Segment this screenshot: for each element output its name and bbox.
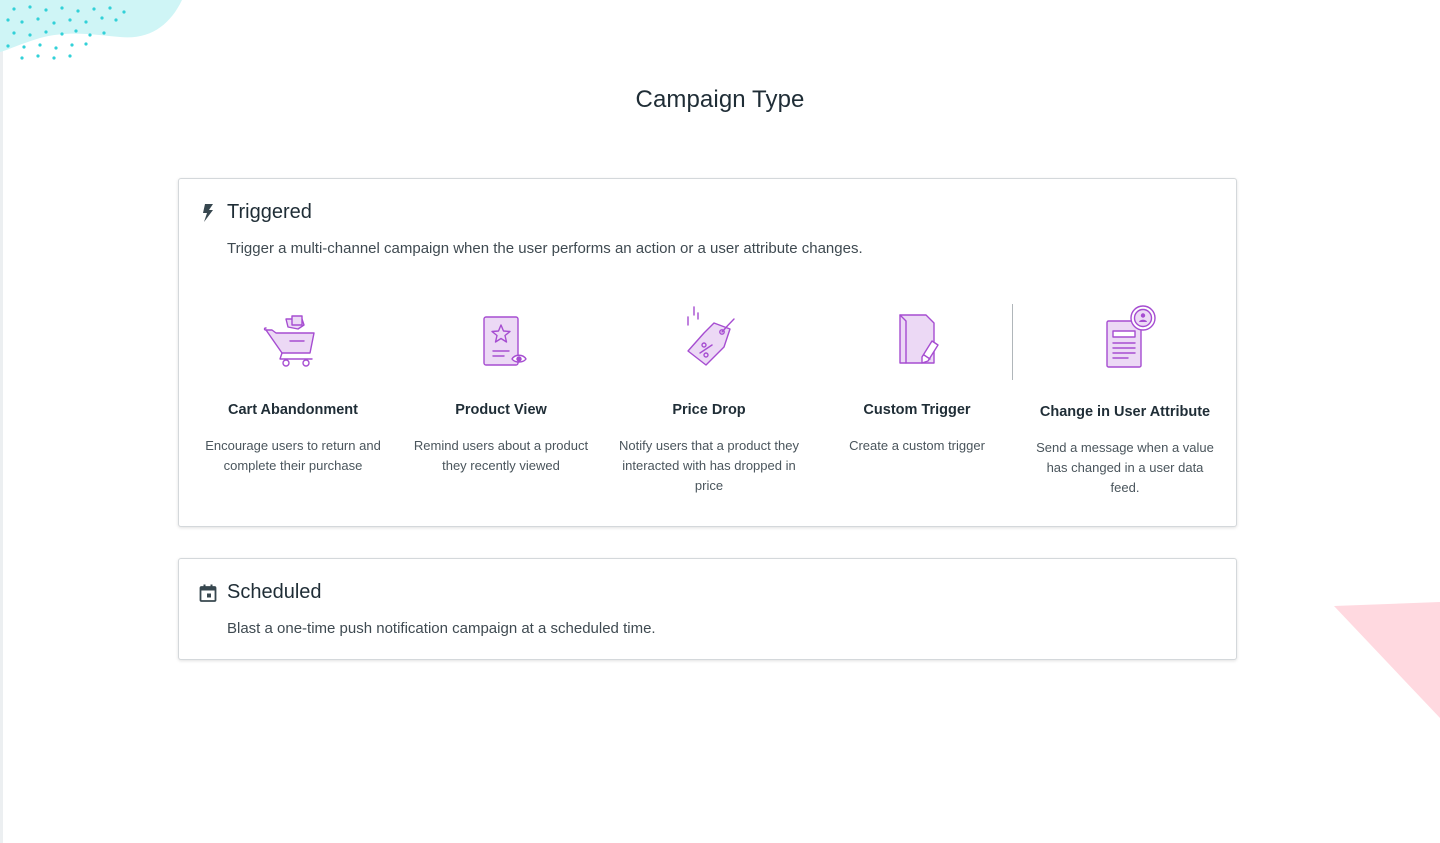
option-description: Create a custom trigger — [849, 438, 985, 453]
triggered-options: Cart Abandonment Encourage users to retu… — [189, 299, 1229, 509]
option-description: Send a message when a value has changed … — [1036, 440, 1214, 495]
scheduled-card[interactable]: Scheduled Blast a one-time push notifica… — [178, 558, 1237, 660]
product-view-icon — [483, 316, 527, 366]
triggered-description: Trigger a multi-channel campaign when th… — [227, 240, 863, 257]
option-price-drop[interactable]: Price Drop Notify users that a product t… — [605, 299, 813, 509]
option-description: Remind users about a product they recent… — [413, 438, 589, 473]
triggered-title: Triggered — [227, 201, 312, 223]
document-edit-icon — [899, 314, 939, 364]
scheduled-title: Scheduled — [227, 581, 322, 603]
option-custom-trigger[interactable]: Custom Trigger Create a custom trigger — [813, 299, 1021, 509]
page-title: Campaign Type — [635, 86, 805, 113]
option-description: Notify users that a product they interac… — [619, 438, 799, 493]
left-edge-divider — [0, 0, 3, 843]
page: Campaign Type Triggered Trigger a multi-… — [0, 0, 1440, 843]
triggered-header: Triggered — [199, 201, 312, 224]
scheduled-description: Blast a one-time push notification campa… — [227, 620, 656, 637]
shopping-cart-icon — [263, 315, 315, 367]
option-title: Product View — [455, 402, 547, 418]
decorative-pink-triangle — [1334, 602, 1440, 718]
option-title: Change in User Attribute — [1039, 404, 1211, 420]
triggered-card: Triggered Trigger a multi-channel campai… — [178, 178, 1237, 527]
calendar-icon — [199, 583, 217, 603]
lightning-bolt-icon — [199, 203, 217, 223]
option-title: Custom Trigger — [863, 402, 971, 418]
option-title: Price Drop — [672, 402, 746, 418]
price-tag-icon — [687, 306, 735, 366]
option-product-view[interactable]: Product View Remind users about a produc… — [397, 299, 605, 509]
option-change-user-attribute[interactable]: Change in User Attribute Send a message … — [1021, 299, 1229, 509]
decorative-dots-blob — [0, 0, 182, 60]
options-divider — [1012, 304, 1013, 380]
user-attribute-document-icon — [1106, 305, 1156, 368]
option-title: Cart Abandonment — [228, 402, 358, 418]
option-description: Encourage users to return and complete t… — [205, 438, 381, 473]
option-cart-abandonment[interactable]: Cart Abandonment Encourage users to retu… — [189, 299, 397, 509]
scheduled-header: Scheduled — [199, 581, 322, 604]
